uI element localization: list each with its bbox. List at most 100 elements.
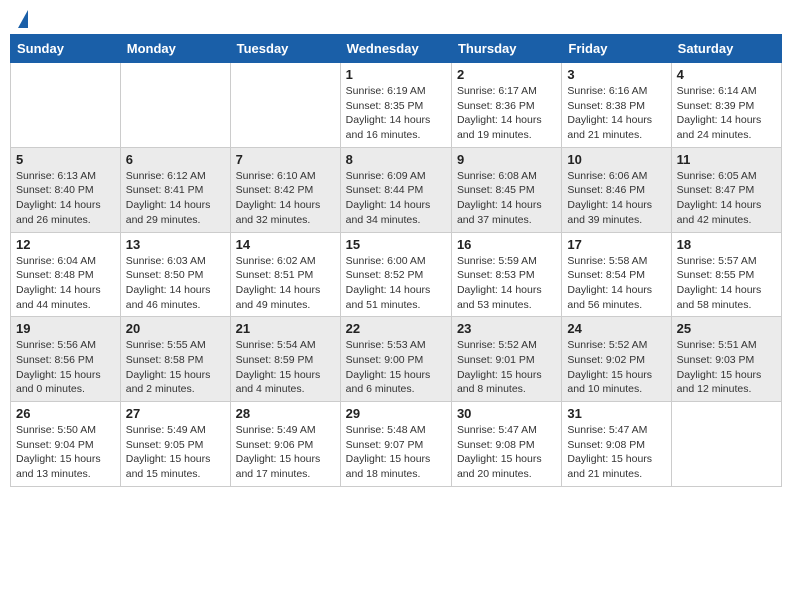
calendar-cell: 27 Sunrise: 5:49 AM Sunset: 9:05 PM Dayli… xyxy=(120,402,230,487)
day-info: Sunrise: 6:06 AM Sunset: 8:46 PM Dayligh… xyxy=(567,169,665,228)
day-info: Sunrise: 5:52 AM Sunset: 9:01 PM Dayligh… xyxy=(457,338,556,397)
calendar-cell xyxy=(120,63,230,148)
day-info: Sunrise: 6:19 AM Sunset: 8:35 PM Dayligh… xyxy=(346,84,446,143)
day-info: Sunrise: 6:00 AM Sunset: 8:52 PM Dayligh… xyxy=(346,254,446,313)
calendar-cell: 28 Sunrise: 5:49 AM Sunset: 9:06 PM Dayli… xyxy=(230,402,340,487)
day-info: Sunrise: 5:59 AM Sunset: 8:53 PM Dayligh… xyxy=(457,254,556,313)
calendar-cell: 8 Sunrise: 6:09 AM Sunset: 8:44 PM Daylig… xyxy=(340,147,451,232)
calendar-table: SundayMondayTuesdayWednesdayThursdayFrid… xyxy=(10,34,782,487)
day-number: 2 xyxy=(457,67,556,82)
calendar-cell: 16 Sunrise: 5:59 AM Sunset: 8:53 PM Dayli… xyxy=(451,232,561,317)
day-info: Sunrise: 6:17 AM Sunset: 8:36 PM Dayligh… xyxy=(457,84,556,143)
day-number: 10 xyxy=(567,152,665,167)
calendar-cell: 26 Sunrise: 5:50 AM Sunset: 9:04 PM Dayli… xyxy=(11,402,121,487)
page-header xyxy=(10,10,782,28)
calendar-cell: 23 Sunrise: 5:52 AM Sunset: 9:01 PM Dayli… xyxy=(451,317,561,402)
day-number: 28 xyxy=(236,406,335,421)
calendar-cell xyxy=(230,63,340,148)
day-number: 18 xyxy=(677,237,776,252)
day-info: Sunrise: 5:47 AM Sunset: 9:08 PM Dayligh… xyxy=(567,423,665,482)
day-number: 8 xyxy=(346,152,446,167)
day-number: 5 xyxy=(16,152,115,167)
calendar-week-row: 26 Sunrise: 5:50 AM Sunset: 9:04 PM Dayli… xyxy=(11,402,782,487)
day-number: 17 xyxy=(567,237,665,252)
day-number: 24 xyxy=(567,321,665,336)
day-number: 19 xyxy=(16,321,115,336)
weekday-header-wednesday: Wednesday xyxy=(340,35,451,63)
day-number: 30 xyxy=(457,406,556,421)
day-info: Sunrise: 5:49 AM Sunset: 9:06 PM Dayligh… xyxy=(236,423,335,482)
calendar-cell: 30 Sunrise: 5:47 AM Sunset: 9:08 PM Dayli… xyxy=(451,402,561,487)
day-number: 26 xyxy=(16,406,115,421)
day-number: 20 xyxy=(126,321,225,336)
day-number: 13 xyxy=(126,237,225,252)
calendar-cell: 3Sunrise: 6:16 AM Sunset: 8:38 PM Daylig… xyxy=(562,63,671,148)
day-number: 1 xyxy=(346,67,446,82)
weekday-header-thursday: Thursday xyxy=(451,35,561,63)
calendar-cell: 22Sunrise: 5:53 AM Sunset: 9:00 PM Dayli… xyxy=(340,317,451,402)
calendar-cell: 21 Sunrise: 5:54 AM Sunset: 8:59 PM Dayli… xyxy=(230,317,340,402)
calendar-cell: 24 Sunrise: 5:52 AM Sunset: 9:02 PM Dayli… xyxy=(562,317,671,402)
calendar-cell: 19 Sunrise: 5:56 AM Sunset: 8:56 PM Dayli… xyxy=(11,317,121,402)
day-info: Sunrise: 5:49 AM Sunset: 9:05 PM Dayligh… xyxy=(126,423,225,482)
day-number: 14 xyxy=(236,237,335,252)
day-info: Sunrise: 6:03 AM Sunset: 8:50 PM Dayligh… xyxy=(126,254,225,313)
day-info: Sunrise: 6:02 AM Sunset: 8:51 PM Dayligh… xyxy=(236,254,335,313)
logo xyxy=(14,10,28,28)
calendar-cell: 25Sunrise: 5:51 AM Sunset: 9:03 PM Dayli… xyxy=(671,317,781,402)
calendar-cell: 9Sunrise: 6:08 AM Sunset: 8:45 PM Daylig… xyxy=(451,147,561,232)
logo-triangle-icon xyxy=(18,10,28,28)
day-info: Sunrise: 6:10 AM Sunset: 8:42 PM Dayligh… xyxy=(236,169,335,228)
day-info: Sunrise: 5:50 AM Sunset: 9:04 PM Dayligh… xyxy=(16,423,115,482)
day-number: 15 xyxy=(346,237,446,252)
day-number: 31 xyxy=(567,406,665,421)
day-info: Sunrise: 6:04 AM Sunset: 8:48 PM Dayligh… xyxy=(16,254,115,313)
day-info: Sunrise: 5:48 AM Sunset: 9:07 PM Dayligh… xyxy=(346,423,446,482)
weekday-header-tuesday: Tuesday xyxy=(230,35,340,63)
calendar-cell: 2 Sunrise: 6:17 AM Sunset: 8:36 PM Daylig… xyxy=(451,63,561,148)
day-number: 6 xyxy=(126,152,225,167)
day-info: Sunrise: 6:16 AM Sunset: 8:38 PM Dayligh… xyxy=(567,84,665,143)
calendar-cell: 20 Sunrise: 5:55 AM Sunset: 8:58 PM Dayli… xyxy=(120,317,230,402)
day-info: Sunrise: 5:55 AM Sunset: 8:58 PM Dayligh… xyxy=(126,338,225,397)
calendar-cell: 6 Sunrise: 6:12 AM Sunset: 8:41 PM Daylig… xyxy=(120,147,230,232)
day-number: 9 xyxy=(457,152,556,167)
weekday-header-row: SundayMondayTuesdayWednesdayThursdayFrid… xyxy=(11,35,782,63)
calendar-cell: 12 Sunrise: 6:04 AM Sunset: 8:48 PM Dayli… xyxy=(11,232,121,317)
calendar-cell: 15 Sunrise: 6:00 AM Sunset: 8:52 PM Dayli… xyxy=(340,232,451,317)
day-number: 11 xyxy=(677,152,776,167)
day-info: Sunrise: 5:57 AM Sunset: 8:55 PM Dayligh… xyxy=(677,254,776,313)
day-number: 12 xyxy=(16,237,115,252)
day-number: 23 xyxy=(457,321,556,336)
day-info: Sunrise: 5:52 AM Sunset: 9:02 PM Dayligh… xyxy=(567,338,665,397)
day-info: Sunrise: 5:47 AM Sunset: 9:08 PM Dayligh… xyxy=(457,423,556,482)
weekday-header-monday: Monday xyxy=(120,35,230,63)
day-info: Sunrise: 6:13 AM Sunset: 8:40 PM Dayligh… xyxy=(16,169,115,228)
day-info: Sunrise: 6:09 AM Sunset: 8:44 PM Dayligh… xyxy=(346,169,446,228)
day-info: Sunrise: 6:14 AM Sunset: 8:39 PM Dayligh… xyxy=(677,84,776,143)
day-info: Sunrise: 5:56 AM Sunset: 8:56 PM Dayligh… xyxy=(16,338,115,397)
calendar-cell: 13 Sunrise: 6:03 AM Sunset: 8:50 PM Dayli… xyxy=(120,232,230,317)
calendar-week-row: 19 Sunrise: 5:56 AM Sunset: 8:56 PM Dayli… xyxy=(11,317,782,402)
weekday-header-saturday: Saturday xyxy=(671,35,781,63)
calendar-cell xyxy=(11,63,121,148)
calendar-week-row: 1 Sunrise: 6:19 AM Sunset: 8:35 PM Daylig… xyxy=(11,63,782,148)
calendar-cell: 7 Sunrise: 6:10 AM Sunset: 8:42 PM Daylig… xyxy=(230,147,340,232)
day-info: Sunrise: 6:12 AM Sunset: 8:41 PM Dayligh… xyxy=(126,169,225,228)
day-info: Sunrise: 5:54 AM Sunset: 8:59 PM Dayligh… xyxy=(236,338,335,397)
day-info: Sunrise: 5:58 AM Sunset: 8:54 PM Dayligh… xyxy=(567,254,665,313)
day-info: Sunrise: 5:53 AM Sunset: 9:00 PM Dayligh… xyxy=(346,338,446,397)
calendar-cell: 1 Sunrise: 6:19 AM Sunset: 8:35 PM Daylig… xyxy=(340,63,451,148)
day-number: 29 xyxy=(346,406,446,421)
calendar-cell: 17 Sunrise: 5:58 AM Sunset: 8:54 PM Dayli… xyxy=(562,232,671,317)
weekday-header-sunday: Sunday xyxy=(11,35,121,63)
day-number: 21 xyxy=(236,321,335,336)
calendar-cell: 11Sunrise: 6:05 AM Sunset: 8:47 PM Dayli… xyxy=(671,147,781,232)
calendar-cell: 18 Sunrise: 5:57 AM Sunset: 8:55 PM Dayli… xyxy=(671,232,781,317)
day-number: 27 xyxy=(126,406,225,421)
day-number: 16 xyxy=(457,237,556,252)
calendar-cell xyxy=(671,402,781,487)
day-info: Sunrise: 5:51 AM Sunset: 9:03 PM Dayligh… xyxy=(677,338,776,397)
calendar-cell: 10 Sunrise: 6:06 AM Sunset: 8:46 PM Dayli… xyxy=(562,147,671,232)
day-number: 7 xyxy=(236,152,335,167)
